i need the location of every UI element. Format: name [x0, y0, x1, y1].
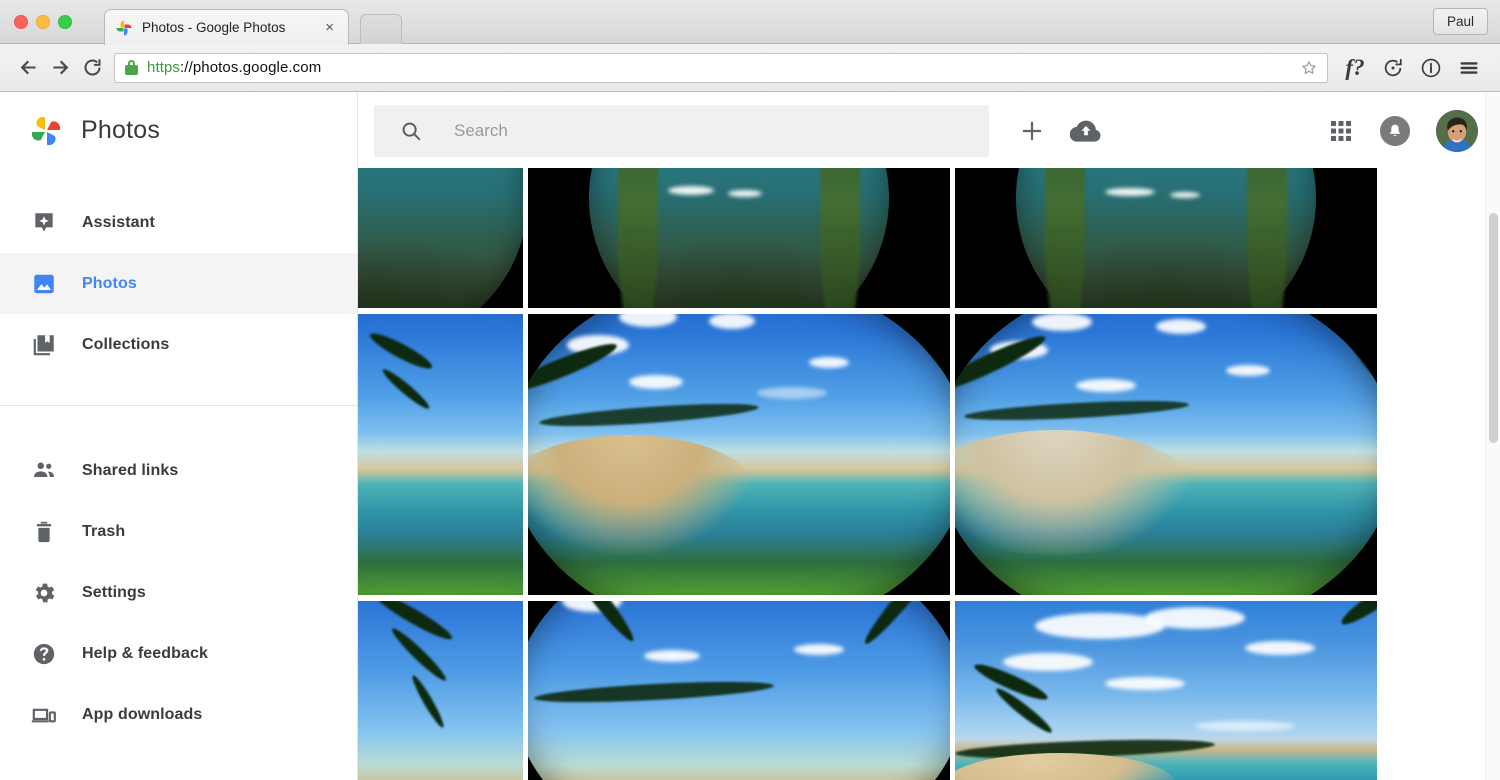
- browser-window: Photos - Google Photos × Paul https://ph…: [0, 0, 1500, 780]
- back-arrow-icon[interactable]: [12, 52, 44, 84]
- sidebar-item-photos[interactable]: Photos: [0, 253, 357, 314]
- photo-thumbnail: [955, 601, 1377, 780]
- profile-name: Paul: [1446, 14, 1474, 29]
- photo-tile[interactable]: [528, 601, 950, 780]
- font-question-icon[interactable]: f?: [1336, 52, 1374, 84]
- app-header-bar: Search: [358, 93, 1500, 168]
- photo-tile[interactable]: [955, 314, 1377, 595]
- history-refresh-icon[interactable]: [1374, 52, 1412, 84]
- page-title: Photos: [81, 116, 161, 144]
- photo-tile[interactable]: [358, 314, 523, 595]
- info-circle-icon[interactable]: [1412, 52, 1450, 84]
- sidebar-secondary-group: Shared links Trash Settings Help & feedb…: [0, 440, 357, 745]
- photo-tile[interactable]: [528, 168, 950, 308]
- photo-thumbnail: [358, 601, 523, 780]
- bookmark-star-icon[interactable]: [1297, 56, 1321, 80]
- photo-row: [358, 314, 1382, 595]
- photo-thumbnail: [528, 168, 950, 308]
- cloud-upload-icon[interactable]: [1059, 104, 1113, 158]
- scrollbar-thumb[interactable]: [1489, 213, 1498, 443]
- page-content: Search Photos Assistant Photos Collectio…: [0, 93, 1500, 780]
- search-placeholder: Search: [454, 120, 508, 140]
- help-question-circle-icon: [30, 640, 58, 668]
- sidebar-item-label: Trash: [82, 522, 126, 540]
- sidebar-item-shared-links[interactable]: Shared links: [0, 440, 357, 501]
- sidebar-item-app-downloads[interactable]: App downloads: [0, 684, 357, 745]
- url-text: https://photos.google.com: [147, 59, 1297, 76]
- app-header-right-actions: [1314, 104, 1500, 158]
- notifications-button[interactable]: [1368, 104, 1422, 158]
- plus-icon[interactable]: [1005, 104, 1059, 158]
- sidebar-item-label: Collections: [82, 335, 170, 353]
- assistant-sparkle-icon: [30, 209, 58, 237]
- collections-book-icon: [30, 331, 58, 359]
- close-icon[interactable]: ×: [321, 20, 338, 35]
- sidebar: Photos Assistant Photos Collections Shar…: [0, 93, 358, 780]
- sidebar-item-label: Assistant: [82, 213, 155, 231]
- url-rest: ://photos.google.com: [180, 59, 322, 76]
- browser-tab[interactable]: Photos - Google Photos ×: [104, 9, 349, 45]
- browser-titlebar: Photos - Google Photos × Paul: [0, 0, 1500, 45]
- photo-tile[interactable]: [955, 168, 1377, 308]
- photo-image-icon: [30, 270, 58, 298]
- photo-grid: [358, 168, 1500, 780]
- address-bar[interactable]: https://photos.google.com: [114, 52, 1328, 83]
- google-photos-pinwheel-icon: [115, 19, 133, 37]
- google-photos-pinwheel-icon: [28, 113, 64, 149]
- photo-thumbnail: [528, 601, 950, 780]
- sidebar-item-trash[interactable]: Trash: [0, 501, 357, 562]
- url-scheme: https: [147, 59, 181, 76]
- search-icon: [400, 120, 422, 142]
- photo-tile[interactable]: [955, 601, 1377, 780]
- photo-row: [358, 601, 1382, 780]
- window-traffic-lights: [14, 15, 72, 29]
- sidebar-primary-group: Assistant Photos Collections: [0, 168, 357, 375]
- app-header-actions: [1005, 104, 1113, 158]
- sidebar-item-label: Shared links: [82, 461, 179, 479]
- photo-thumbnail: [358, 168, 523, 308]
- search-input[interactable]: Search: [374, 104, 989, 157]
- sidebar-item-collections[interactable]: Collections: [0, 314, 357, 375]
- secure-lock-icon: [125, 60, 138, 75]
- photo-tile[interactable]: [528, 314, 950, 595]
- photo-thumbnail: [955, 168, 1377, 308]
- minimize-window-button[interactable]: [36, 15, 50, 29]
- sidebar-item-label: Help & feedback: [82, 644, 208, 662]
- reload-icon[interactable]: [76, 52, 108, 84]
- avatar[interactable]: [1436, 109, 1478, 152]
- photo-thumbnail: [358, 314, 523, 595]
- browser-toolbar: https://photos.google.com f?: [0, 44, 1500, 92]
- photo-tile[interactable]: [358, 601, 523, 780]
- page-scrollbar[interactable]: [1485, 93, 1500, 780]
- sidebar-item-help-feedback[interactable]: Help & feedback: [0, 623, 357, 684]
- devices-icon: [30, 701, 58, 729]
- sidebar-item-label: App downloads: [82, 705, 203, 723]
- sidebar-item-label: Photos: [82, 274, 137, 292]
- new-tab-button[interactable]: [360, 14, 402, 44]
- people-shared-icon: [30, 457, 58, 485]
- sidebar-item-assistant[interactable]: Assistant: [0, 192, 357, 253]
- photo-tile[interactable]: [358, 168, 523, 308]
- sidebar-item-settings[interactable]: Settings: [0, 562, 357, 623]
- sidebar-item-label: Settings: [82, 583, 146, 601]
- bell-icon: [1380, 115, 1410, 146]
- apps-grid-icon[interactable]: [1314, 104, 1368, 158]
- photo-thumbnail: [528, 314, 950, 595]
- forward-arrow-icon[interactable]: [44, 52, 76, 84]
- photo-thumbnail: [955, 314, 1377, 595]
- close-window-button[interactable]: [14, 15, 28, 29]
- photo-row: [358, 168, 1382, 308]
- tab-title: Photos - Google Photos: [142, 20, 286, 35]
- gear-icon: [30, 579, 58, 607]
- maximize-window-button[interactable]: [58, 15, 72, 29]
- sidebar-divider: [0, 405, 357, 406]
- trash-can-icon: [30, 518, 58, 546]
- menu-hamburger-icon[interactable]: [1450, 52, 1488, 84]
- brand-header: Photos: [0, 93, 357, 168]
- browser-profile-button[interactable]: Paul: [1432, 8, 1488, 35]
